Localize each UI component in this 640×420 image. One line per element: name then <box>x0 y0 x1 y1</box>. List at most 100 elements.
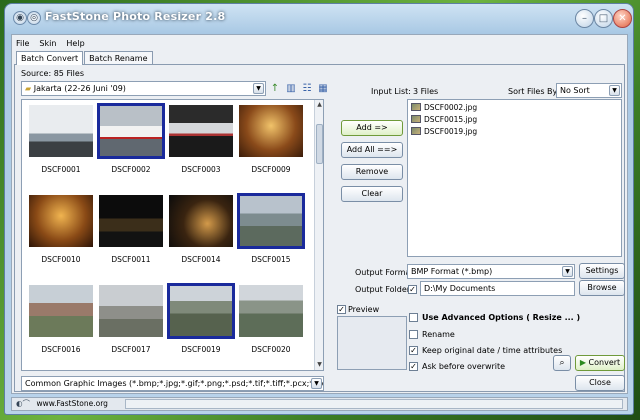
close-button[interactable]: Close <box>575 375 625 391</box>
batch-convert-panel: Source: 85 Files ▰ Jakarta (22-26 Juni '… <box>14 64 625 392</box>
title-bar[interactable]: ◉ ◎ FastStone Photo Resizer 2.8 – □ ✕ <box>5 4 633 32</box>
thumbnail-item[interactable]: DSCF0017 <box>96 282 166 370</box>
rename-checkbox[interactable] <box>409 330 418 339</box>
file-type-filter-select[interactable]: Common Graphic Images (*.bmp;*.jpg;*.gif… <box>21 376 324 391</box>
thumbnail-caption: DSCF0003 <box>181 165 221 174</box>
folder-up-icon[interactable]: ↑ <box>269 83 281 95</box>
thumbnail-item[interactable]: DSCF0009 <box>236 102 306 192</box>
photo-thumbnail <box>29 105 93 157</box>
tab-strip: Batch Convert Batch Rename <box>16 51 154 65</box>
list-item[interactable]: DSCF0019.jpg <box>411 126 621 136</box>
thumbnail-item[interactable]: DSCF0010 <box>26 192 96 282</box>
remove-button[interactable]: Remove <box>341 164 403 180</box>
settings-button[interactable]: Settings <box>579 263 625 279</box>
close-window-button[interactable]: ✕ <box>613 9 632 28</box>
chevron-down-icon: ▼ <box>562 266 573 277</box>
thumbnail-scrollbar[interactable]: ▲ ▼ <box>314 100 323 370</box>
thumbnail-grid[interactable]: DSCF0001 DSCF0002 DSCF0003 DSCF0009 DSCF… <box>21 99 324 371</box>
faststone-logo-icon: ◐⌒ <box>16 399 31 408</box>
thumbnail-item[interactable]: DSCF0002 <box>96 102 166 192</box>
thumbnail-item[interactable]: DSCF0003 <box>166 102 236 192</box>
output-format-value: BMP Format (*.bmp) <box>411 267 493 276</box>
photo-thumbnail <box>169 195 233 247</box>
file-type-filter-value: Common Graphic Images (*.bmp;*.jpg;*.gif… <box>25 379 323 388</box>
window-title: FastStone Photo Resizer 2.8 <box>45 10 226 23</box>
scrollbar-thumb[interactable] <box>316 124 323 164</box>
image-file-icon <box>411 103 421 111</box>
add-all-button[interactable]: Add All ==> <box>341 142 403 158</box>
source-folder-select[interactable]: ▰ Jakarta (22-26 Juni '09) ▼ <box>21 81 266 96</box>
tab-batch-rename[interactable]: Batch Rename <box>84 51 153 65</box>
sort-files-value: No Sort <box>560 86 590 95</box>
menu-file[interactable]: File <box>16 39 29 48</box>
minimize-button[interactable]: – <box>575 9 594 28</box>
photo-thumbnail <box>99 285 163 337</box>
photo-thumbnail <box>239 285 303 337</box>
rename-label[interactable]: Rename <box>422 330 455 339</box>
input-file-list[interactable]: DSCF0002.jpg DSCF0015.jpg DSCF0019.jpg <box>407 99 622 257</box>
preview-zoom-button[interactable]: ⌕ <box>553 355 571 371</box>
photo-thumbnail <box>169 105 233 157</box>
thumbnail-caption: DSCF0017 <box>111 345 151 354</box>
chevron-down-icon: ▼ <box>609 85 620 96</box>
thumbnail-caption: DSCF0019 <box>181 345 221 354</box>
photo-thumbnail <box>29 285 93 337</box>
thumbnail-item[interactable]: DSCF0001 <box>26 102 96 192</box>
play-icon: ▶ <box>579 358 586 367</box>
menu-help[interactable]: Help <box>66 39 84 48</box>
thumbnail-caption: DSCF0011 <box>111 255 151 264</box>
status-panel <box>125 399 623 409</box>
preview-pane <box>337 316 407 370</box>
browse-button[interactable]: Browse <box>579 280 625 296</box>
keep-dates-checkbox[interactable]: ✓ <box>409 346 418 355</box>
list-item[interactable]: DSCF0015.jpg <box>411 114 621 124</box>
thumbnail-caption: DSCF0009 <box>251 165 291 174</box>
menu-bar: File Skin Help <box>16 39 85 48</box>
ask-overwrite-label[interactable]: Ask before overwrite <box>422 362 505 371</box>
thumbnail-caption: DSCF0001 <box>41 165 81 174</box>
thumbnail-item[interactable]: DSCF0014 <box>166 192 236 282</box>
thumbnail-item[interactable]: DSCF0019 <box>166 282 236 370</box>
thumbnail-caption: DSCF0014 <box>181 255 221 264</box>
thumbnail-item[interactable]: DSCF0015 <box>236 192 306 282</box>
output-folder-field[interactable]: D:\My Documents <box>420 281 575 296</box>
sort-files-select[interactable]: No Sort ▼ <box>556 83 622 98</box>
output-folder-checkbox[interactable]: ✓ <box>408 285 417 294</box>
input-list-label: Input List: <box>371 87 411 96</box>
preview-checkbox[interactable]: ✓ <box>337 305 346 314</box>
thumbnail-item[interactable]: DSCF0016 <box>26 282 96 370</box>
chevron-down-icon: ▼ <box>311 378 322 389</box>
scroll-up-icon[interactable]: ▲ <box>315 100 323 110</box>
output-folder-label: Output Folder: <box>355 285 413 294</box>
advanced-options-checkbox[interactable] <box>409 313 418 322</box>
thumbnail-item[interactable]: DSCF0011 <box>96 192 166 282</box>
list-view-icon[interactable]: ☷ <box>301 83 313 95</box>
magnifier-icon: ⌕ <box>559 358 565 368</box>
add-button[interactable]: Add => <box>341 120 403 136</box>
source-count-label: Source: 85 Files <box>21 69 84 78</box>
app-logo-icon: ◎ <box>27 11 41 25</box>
ask-overwrite-checkbox[interactable]: ✓ <box>409 362 418 371</box>
maximize-button[interactable]: □ <box>594 9 613 28</box>
app-menu-icon[interactable]: ◉ <box>13 11 27 25</box>
clear-button[interactable]: Clear <box>341 186 403 202</box>
details-view-icon[interactable]: ▦ <box>317 83 329 95</box>
preview-label: Preview <box>348 305 380 314</box>
website-link[interactable]: www.FastStone.org <box>36 399 108 408</box>
photo-thumbnail <box>99 195 163 247</box>
status-bar: ◐⌒ www.FastStone.org <box>11 397 628 411</box>
menu-skin[interactable]: Skin <box>39 39 56 48</box>
photo-thumbnail <box>239 105 303 157</box>
convert-button[interactable]: ▶ Convert <box>575 355 625 371</box>
output-format-select[interactable]: BMP Format (*.bmp) ▼ <box>407 264 575 279</box>
scroll-down-icon[interactable]: ▼ <box>315 360 323 370</box>
thumbnail-item[interactable]: DSCF0020 <box>236 282 306 370</box>
list-item[interactable]: DSCF0002.jpg <box>411 102 621 112</box>
thumbnail-size-icon[interactable]: ▥ <box>285 83 297 95</box>
keep-dates-label[interactable]: Keep original date / time attributes <box>422 346 562 355</box>
tab-batch-convert[interactable]: Batch Convert <box>16 51 84 65</box>
source-folder-value: Jakarta (22-26 Juni '09) <box>33 84 126 93</box>
photo-thumbnail <box>97 103 165 159</box>
thumbnail-caption: DSCF0020 <box>251 345 291 354</box>
advanced-options-label[interactable]: Use Advanced Options ( Resize ... ) <box>422 313 580 322</box>
